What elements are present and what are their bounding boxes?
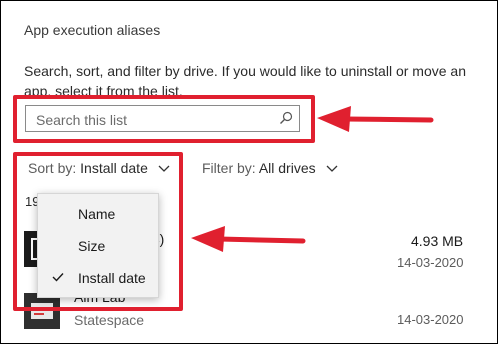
filter-by-label: Filter by: <box>202 160 256 176</box>
app-install-date: 14-03-2020 <box>397 312 464 327</box>
filter-by-dropdown[interactable]: Filter by: All drives <box>202 160 338 176</box>
section-title: App execution aliases <box>24 22 161 38</box>
app-size: 4.93 MB <box>411 233 464 249</box>
highlight-box <box>13 95 315 143</box>
highlight-box <box>13 152 183 311</box>
filter-by-value: All drives <box>258 160 316 176</box>
annotation-arrow-icon <box>191 226 306 252</box>
app-publisher: Statespace <box>74 312 145 328</box>
settings-panel: App execution aliases Search, sort, and … <box>0 0 498 344</box>
chevron-down-icon <box>326 165 337 173</box>
annotation-arrow-icon <box>317 106 434 132</box>
app-install-date: 14-03-2020 <box>397 255 464 270</box>
